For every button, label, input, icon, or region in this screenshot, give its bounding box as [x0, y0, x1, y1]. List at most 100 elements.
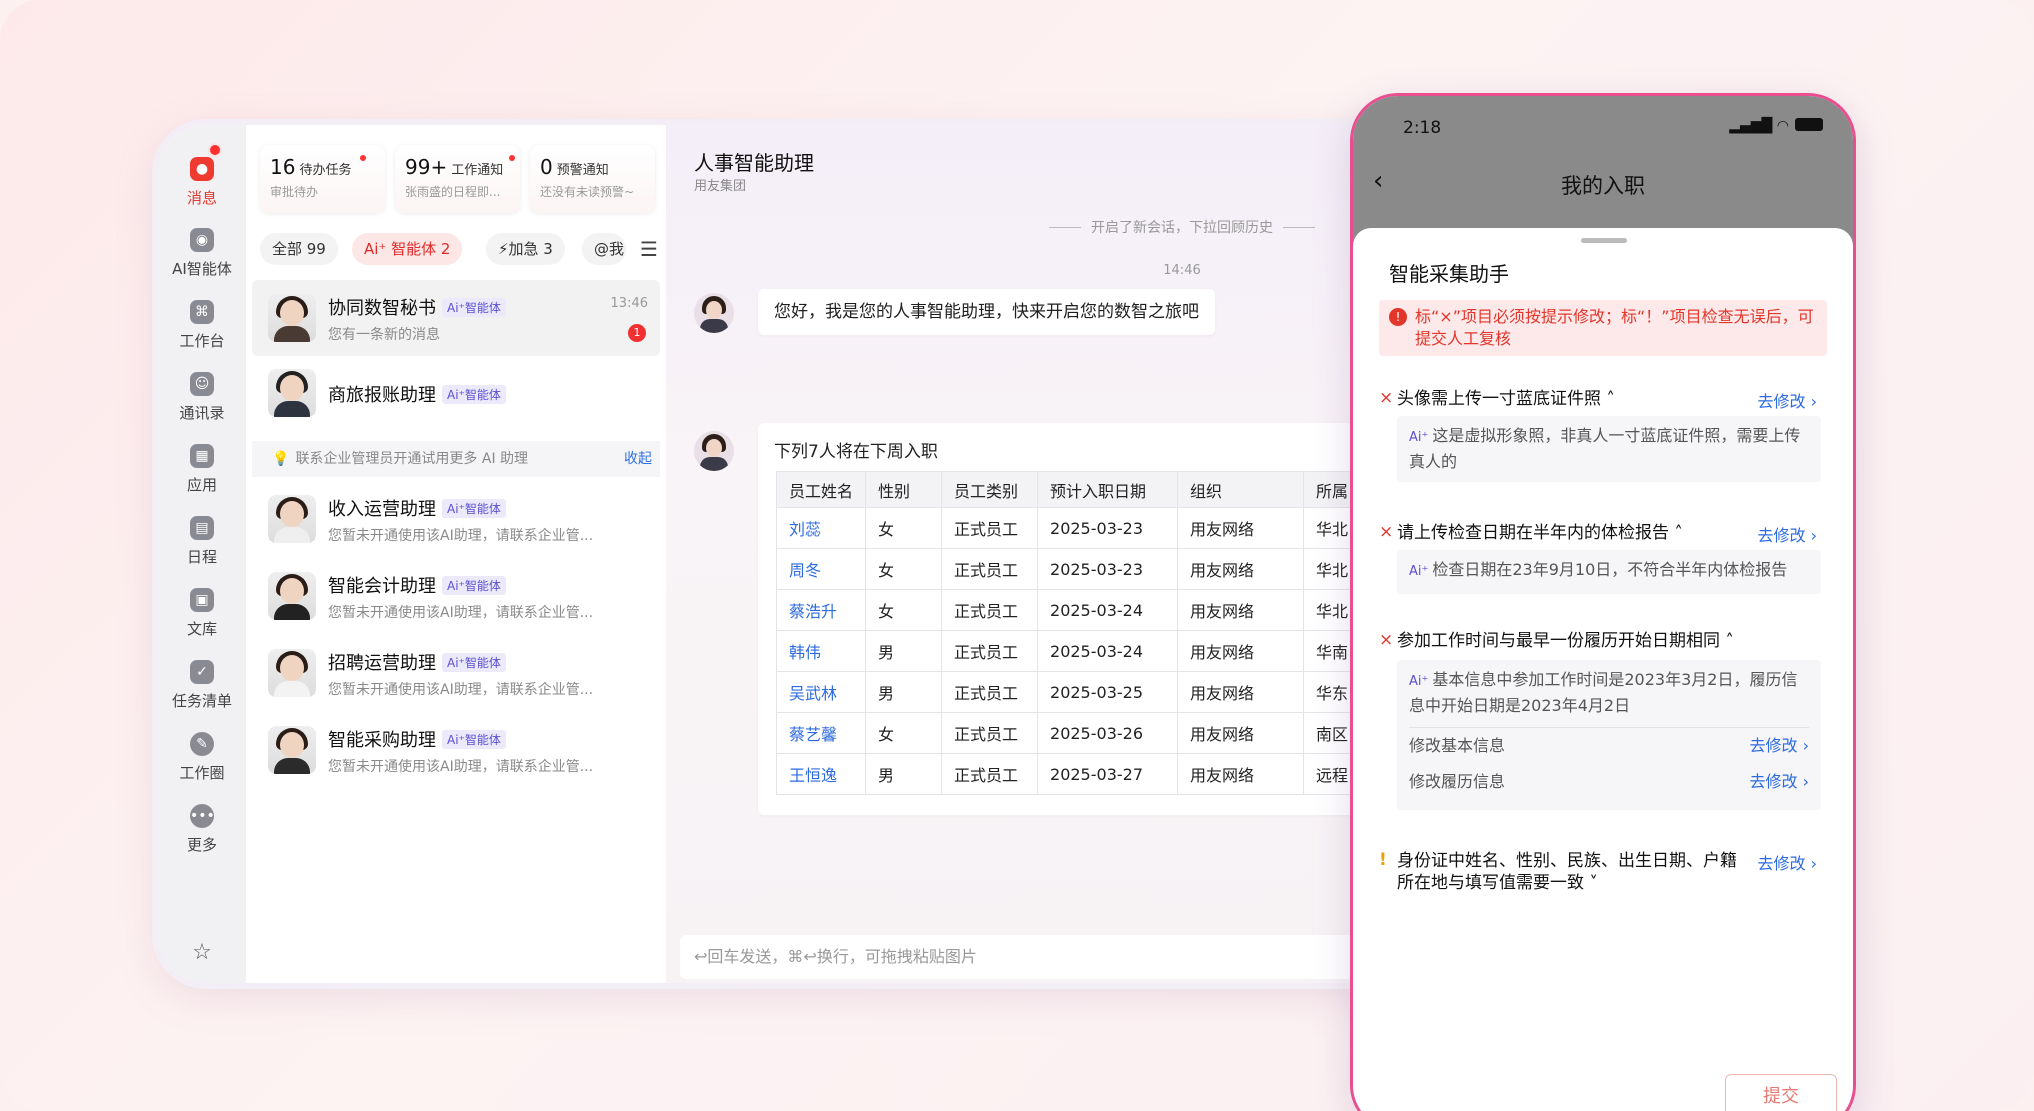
conversation-item[interactable]: 协同数智秘书 Ai⁺智能体 您有一条新的消息 13:46 1: [252, 280, 660, 356]
unread-dot: [360, 155, 366, 161]
unread-dot: [208, 143, 222, 157]
ai-agent-tag: Ai⁺智能体: [442, 298, 506, 317]
phone-mockup: 2:18 ▂▄▆█ ◠ ‹ 我的入职 智能采集助手 ! 标“×”项目必须按提示修…: [1350, 93, 1856, 1111]
fix-link[interactable]: 去修改 ›: [1758, 850, 1818, 874]
work-notice-card[interactable]: 99+ 工作通知 张雨盛的日程即...: [395, 145, 520, 213]
star-icon[interactable]: ☆: [158, 940, 246, 965]
table-cell: 用友网络: [1177, 589, 1305, 631]
alert-notice-card[interactable]: 0 预警通知 还没有未读预警~: [530, 145, 655, 213]
avatar: [268, 572, 316, 620]
unread-dot: [509, 155, 515, 161]
fix-link[interactable]: 去修改 ›: [1758, 522, 1818, 546]
battery-icon: [1795, 118, 1823, 131]
phone-title: 我的入职: [1561, 174, 1645, 198]
fix-link[interactable]: 去修改 ›: [1750, 734, 1810, 758]
rail-item-ai-agent[interactable]: ◉ AI智能体: [158, 228, 246, 279]
table-cell: 女: [865, 507, 943, 549]
rail-item-tasklist[interactable]: ✓ 任务清单: [158, 660, 246, 711]
assistant-item[interactable]: 收入运营助理 Ai⁺智能体 您暂未开通使用该AI助理，请联系企业管...: [252, 481, 660, 557]
avatar: [268, 649, 316, 697]
table-cell: 女: [865, 589, 943, 631]
table-cell: 正式员工: [941, 671, 1039, 713]
contacts-icon: ☺: [190, 372, 214, 396]
rail-item-library[interactable]: ▣ 文库: [158, 588, 246, 639]
ai-agent-tag: Ai⁺智能体: [442, 576, 506, 595]
sub-fix-row: 修改履历信息 去修改 ›: [1409, 770, 1809, 794]
employee-name-link[interactable]: 周冬: [775, 548, 867, 590]
conversation-item[interactable]: 商旅报账助理 Ai⁺智能体: [252, 355, 660, 431]
ai-agent-icon: ◉: [190, 228, 214, 252]
fix-link[interactable]: 去修改 ›: [1750, 770, 1810, 794]
avatar: [268, 369, 316, 417]
employee-name-link[interactable]: 吴武林: [775, 671, 867, 713]
assistant-item[interactable]: 智能会计助理 Ai⁺智能体 您暂未开通使用该AI助理，请联系企业管...: [252, 558, 660, 634]
onboarding-table: 员工姓名 性别 员工类别 预计入职日期 组织 所属 刘蕊女正式员工 2025-03…: [775, 471, 1395, 795]
error-mark-icon: ×: [1379, 388, 1394, 408]
employee-name-link[interactable]: 韩伟: [775, 630, 867, 672]
rail-item-contacts[interactable]: ☺ 通讯录: [158, 372, 246, 423]
table-cell: 用友网络: [1177, 712, 1305, 754]
table-cell: 男: [865, 671, 943, 713]
table-intro: 下列7人将在下周入职: [774, 442, 938, 462]
rail-item-apps[interactable]: ▦ 应用: [158, 444, 246, 495]
collapse-link[interactable]: 收起: [624, 441, 652, 477]
menu-icon[interactable]: ☰: [640, 237, 658, 261]
rail-item-workbench[interactable]: ⌘ 工作台: [158, 300, 246, 351]
more-icon: •••: [190, 804, 215, 828]
status-time: 2:18: [1403, 118, 1442, 138]
table-cell: 正式员工: [941, 548, 1039, 590]
col-header: 预计入职日期: [1037, 471, 1179, 508]
table-cell: 正式员工: [941, 507, 1039, 549]
employee-name-link[interactable]: 刘蕊: [775, 507, 867, 549]
rail-item-more[interactable]: ••• 更多: [158, 804, 246, 855]
table-cell: 2025-03-27: [1037, 753, 1179, 795]
table-cell: 正式员工: [941, 630, 1039, 672]
compass-icon: ✎: [190, 732, 214, 756]
error-mark-icon: ×: [1379, 522, 1394, 542]
table-cell: 用友网络: [1177, 507, 1305, 549]
conversation-list-panel: 16 待办任务 审批待办 99+ 工作通知 张雨盛的日程即... 0 预警通知 还没有…: [246, 125, 666, 983]
tasklist-icon: ✓: [190, 660, 214, 684]
rail-item-workcircle[interactable]: ✎ 工作圈: [158, 732, 246, 783]
table-row: 吴武林男正式员工 2025-03-25 用友网络 华东: [775, 671, 1395, 713]
chat-bubble-icon: ●: [190, 157, 214, 181]
alert-icon: !: [1389, 308, 1407, 326]
filter-chips: 全部 99 Ai⁺ 智能体 2 ⚡加急 3 @我 ☰: [260, 233, 660, 267]
apps-icon: ▦: [190, 444, 214, 468]
table-cell: 正式员工: [941, 753, 1039, 795]
nav-rail: ● 消息 ◉ AI智能体 ⌘ 工作台 ☺ 通讯录 ▦ 应用 ▤ 日程 ▣ 文库 …: [158, 125, 246, 983]
table-cell: 2025-03-26: [1037, 712, 1179, 754]
ai-agent-tag: Ai⁺智能体: [442, 730, 506, 749]
ai-agent-tag: Ai⁺智能体: [442, 499, 506, 518]
assistant-item[interactable]: 招聘运营助理 Ai⁺智能体 您暂未开通使用该AI助理，请联系企业管...: [252, 635, 660, 711]
avatar: [268, 495, 316, 543]
table-cell: 用友网络: [1177, 753, 1305, 795]
table-cell: 2025-03-25: [1037, 671, 1179, 713]
workbench-icon: ⌘: [190, 300, 214, 324]
chip-urgent[interactable]: ⚡加急 3: [486, 233, 565, 265]
assistant-item[interactable]: 智能采购助理 Ai⁺智能体 您暂未开通使用该AI助理，请联系企业管...: [252, 712, 660, 788]
unread-badge: 1: [628, 324, 646, 342]
employee-name-link[interactable]: 蔡浩升: [775, 589, 867, 631]
table-cell: 2025-03-24: [1037, 630, 1179, 672]
ai-detail-box: Ai⁺ 这是虚拟形象照，非真人一寸蓝底证件照，需要上传真人的: [1397, 416, 1821, 482]
table-cell: 2025-03-23: [1037, 507, 1179, 549]
chip-all[interactable]: 全部 99: [260, 233, 338, 265]
warning-mark-icon: !: [1379, 850, 1387, 870]
employee-name-link[interactable]: 王恒逸: [775, 753, 867, 795]
todo-card[interactable]: 16 待办任务 审批待办: [260, 145, 385, 213]
greeting-bubble: 您好，我是您的人事智能助理，快来开启您的数智之旅吧: [758, 289, 1215, 335]
chip-ai-agent[interactable]: Ai⁺ 智能体 2: [352, 233, 463, 265]
rail-item-calendar[interactable]: ▤ 日程: [158, 516, 246, 567]
submit-button[interactable]: 提交: [1725, 1074, 1837, 1111]
ai-agent-tag: Ai⁺智能体: [442, 653, 506, 672]
library-icon: ▣: [190, 588, 214, 612]
table-cell: 正式员工: [941, 712, 1039, 754]
employee-name-link[interactable]: 蔡艺馨: [775, 712, 867, 754]
drag-handle[interactable]: [1581, 238, 1627, 243]
chip-at-me[interactable]: @我: [582, 233, 626, 265]
fix-link[interactable]: 去修改 ›: [1758, 388, 1818, 412]
sheet-title: 智能采集助手: [1389, 262, 1509, 286]
col-header: 组织: [1177, 471, 1305, 508]
rail-item-messages[interactable]: ● 消息: [158, 143, 246, 211]
